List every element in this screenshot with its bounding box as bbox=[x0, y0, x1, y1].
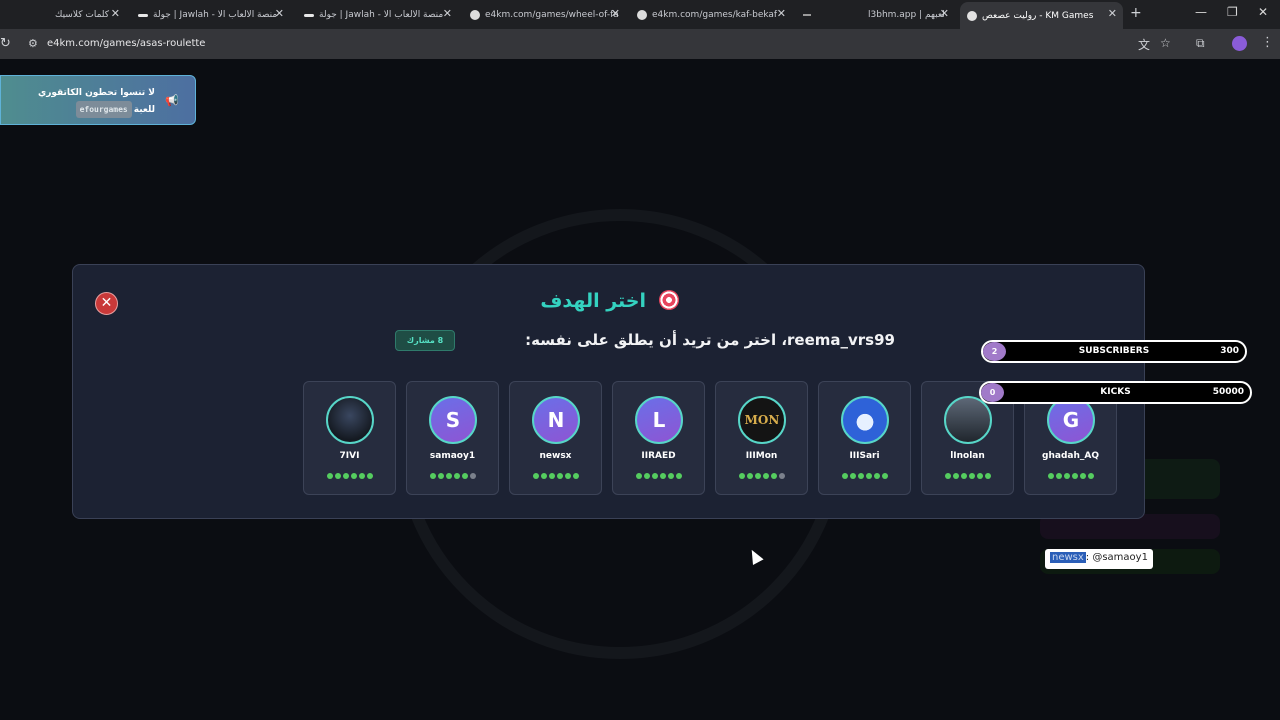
restore-icon[interactable]: ❐ bbox=[1227, 5, 1238, 19]
tab-title: e4km.com/games/wheel-of-fa bbox=[485, 10, 619, 20]
browser-tab-6[interactable]: l3bhm.app | لعبهم ✕ bbox=[840, 4, 955, 26]
globe-icon bbox=[967, 10, 977, 21]
reload-icon[interactable]: ↻ bbox=[0, 36, 11, 51]
player-avatar: MON bbox=[738, 396, 786, 444]
browser-tab-0[interactable]: كلمات كلاسيك ✕ bbox=[0, 4, 126, 26]
modal-title: اختر الهدف bbox=[73, 290, 1146, 312]
modal-subtitle: reema_vrs99، اختر من تريد أن يطلق على نف… bbox=[525, 331, 895, 349]
player-name: ghadah_AQ bbox=[1042, 451, 1099, 461]
chat-text: : @samaoy1 bbox=[1085, 552, 1148, 563]
jawlah-favicon-icon bbox=[304, 13, 314, 17]
translate-icon[interactable]: 文 bbox=[1138, 36, 1150, 53]
tab-close-icon[interactable]: ✕ bbox=[443, 7, 452, 20]
url-field[interactable]: e4km.com/games/asas-roulette bbox=[47, 38, 205, 49]
chat-message: newsx: @samaoy1 bbox=[1045, 549, 1153, 569]
subscribers-goal: 300 bbox=[1220, 346, 1239, 356]
chat-username: newsx bbox=[1050, 552, 1086, 563]
extensions-icon[interactable]: ⧉ bbox=[1196, 36, 1205, 51]
player-lives bbox=[613, 473, 704, 479]
browser-tab-2[interactable]: جولة | Jawlah - منصة الألعاب الا ✕ bbox=[296, 4, 458, 26]
kicks-goal: 50000 bbox=[1212, 387, 1244, 397]
player-name: IIISari bbox=[849, 451, 880, 461]
tab-close-icon[interactable]: ✕ bbox=[940, 7, 949, 20]
tab-title: e4km.com/games/kaf-bekaf bbox=[652, 10, 778, 20]
new-tab-button[interactable]: + bbox=[1130, 5, 1142, 21]
site-favicon-icon bbox=[803, 14, 811, 16]
megaphone-icon: 📢 bbox=[165, 94, 179, 107]
player-lives bbox=[407, 473, 498, 479]
browser-tab-4[interactable]: e4km.com/games/kaf-bekaf ✕ bbox=[632, 4, 792, 26]
player-card[interactable]: S samaoy1 bbox=[406, 381, 499, 495]
player-card[interactable]: 7IVI bbox=[303, 381, 396, 495]
site-info-icon[interactable]: ⚙ bbox=[28, 37, 38, 50]
player-lives bbox=[716, 473, 807, 479]
player-card[interactable]: MON IIIMon bbox=[715, 381, 808, 495]
player-avatar bbox=[326, 396, 374, 444]
participants-badge: 8 مشارك bbox=[395, 330, 455, 351]
player-name: samaoy1 bbox=[429, 451, 476, 461]
banner-line-2: للعبة bbox=[133, 105, 155, 115]
minimize-icon[interactable]: — bbox=[1195, 5, 1207, 19]
subscribers-goal-bar: 2 SUBSCRIBERS 300 bbox=[981, 340, 1247, 363]
browser-tab-5[interactable] bbox=[798, 4, 828, 26]
player-card[interactable]: L IIRAED bbox=[612, 381, 705, 495]
tab-close-icon[interactable]: ✕ bbox=[777, 7, 786, 20]
globe-icon bbox=[470, 10, 480, 20]
player-avatar: L bbox=[635, 396, 683, 444]
player-name: IIIMon bbox=[745, 451, 778, 461]
tab-title: روليت عصعص - KM Games bbox=[982, 10, 1094, 21]
target-icon bbox=[658, 290, 679, 310]
player-name: IIRAED bbox=[641, 451, 676, 461]
jawlah-favicon-icon bbox=[138, 13, 148, 17]
tab-close-icon[interactable]: ✕ bbox=[275, 7, 284, 20]
player-card[interactable]: N newsx bbox=[509, 381, 602, 495]
kicks-goal-bar: 0 KICKS 50000 bbox=[979, 381, 1252, 404]
category-reminder-banner: لا تنسوا تحطون الكاتقوري efourgames للعبة… bbox=[0, 75, 196, 125]
browser-tab-1[interactable]: جولة | Jawlah - منصة الألعاب الا ✕ bbox=[130, 4, 290, 26]
player-avatar bbox=[841, 396, 889, 444]
tab-title: جولة | Jawlah - منصة الألعاب الا bbox=[319, 10, 444, 20]
close-window-icon[interactable]: ✕ bbox=[1258, 5, 1268, 19]
player-lives bbox=[922, 473, 1013, 479]
globe-icon bbox=[637, 10, 647, 20]
player-avatar bbox=[944, 396, 992, 444]
modal-title-text: اختر الهدف bbox=[540, 290, 646, 312]
kicks-label: KICKS bbox=[1100, 387, 1131, 397]
tab-close-icon[interactable]: ✕ bbox=[611, 7, 620, 20]
banner-text: لا تنسوا تحطون الكاتقوري efourgames للعبة bbox=[38, 86, 155, 118]
player-name: lInolan bbox=[950, 451, 985, 461]
tab-title: جولة | Jawlah - منصة الألعاب الا bbox=[153, 10, 278, 20]
player-lives bbox=[510, 473, 601, 479]
player-name: 7IVI bbox=[339, 451, 360, 461]
player-lives bbox=[304, 473, 395, 479]
banner-line-1: لا تنسوا تحطون الكاتقوري bbox=[37, 88, 155, 98]
more-menu-icon[interactable]: ⋮ bbox=[1261, 35, 1274, 50]
browser-tab-active[interactable]: روليت عصعص - KM Games ✕ bbox=[960, 2, 1123, 29]
subscribers-label: SUBSCRIBERS bbox=[1078, 346, 1150, 356]
player-lives bbox=[1025, 473, 1116, 479]
bookmark-star-icon[interactable]: ☆ bbox=[1160, 36, 1171, 50]
player-card[interactable]: IIISari bbox=[818, 381, 911, 495]
tab-close-icon[interactable]: ✕ bbox=[111, 7, 120, 20]
player-avatar: N bbox=[532, 396, 580, 444]
banner-tag: efourgames bbox=[75, 101, 132, 118]
profile-avatar[interactable] bbox=[1232, 36, 1247, 51]
browser-tab-strip: كلمات كلاسيك ✕ جولة | Jawlah - منصة الأل… bbox=[0, 0, 1280, 29]
player-lives bbox=[819, 473, 910, 479]
browser-tab-3[interactable]: e4km.com/games/wheel-of-fa ✕ bbox=[464, 4, 626, 26]
player-avatar: S bbox=[429, 396, 477, 444]
address-bar: ↻ ⚙ e4km.com/games/asas-roulette 文 ☆ ⧉ ⋮ bbox=[0, 29, 1280, 59]
player-name: newsx bbox=[539, 451, 572, 461]
tab-close-icon[interactable]: ✕ bbox=[1108, 7, 1117, 20]
